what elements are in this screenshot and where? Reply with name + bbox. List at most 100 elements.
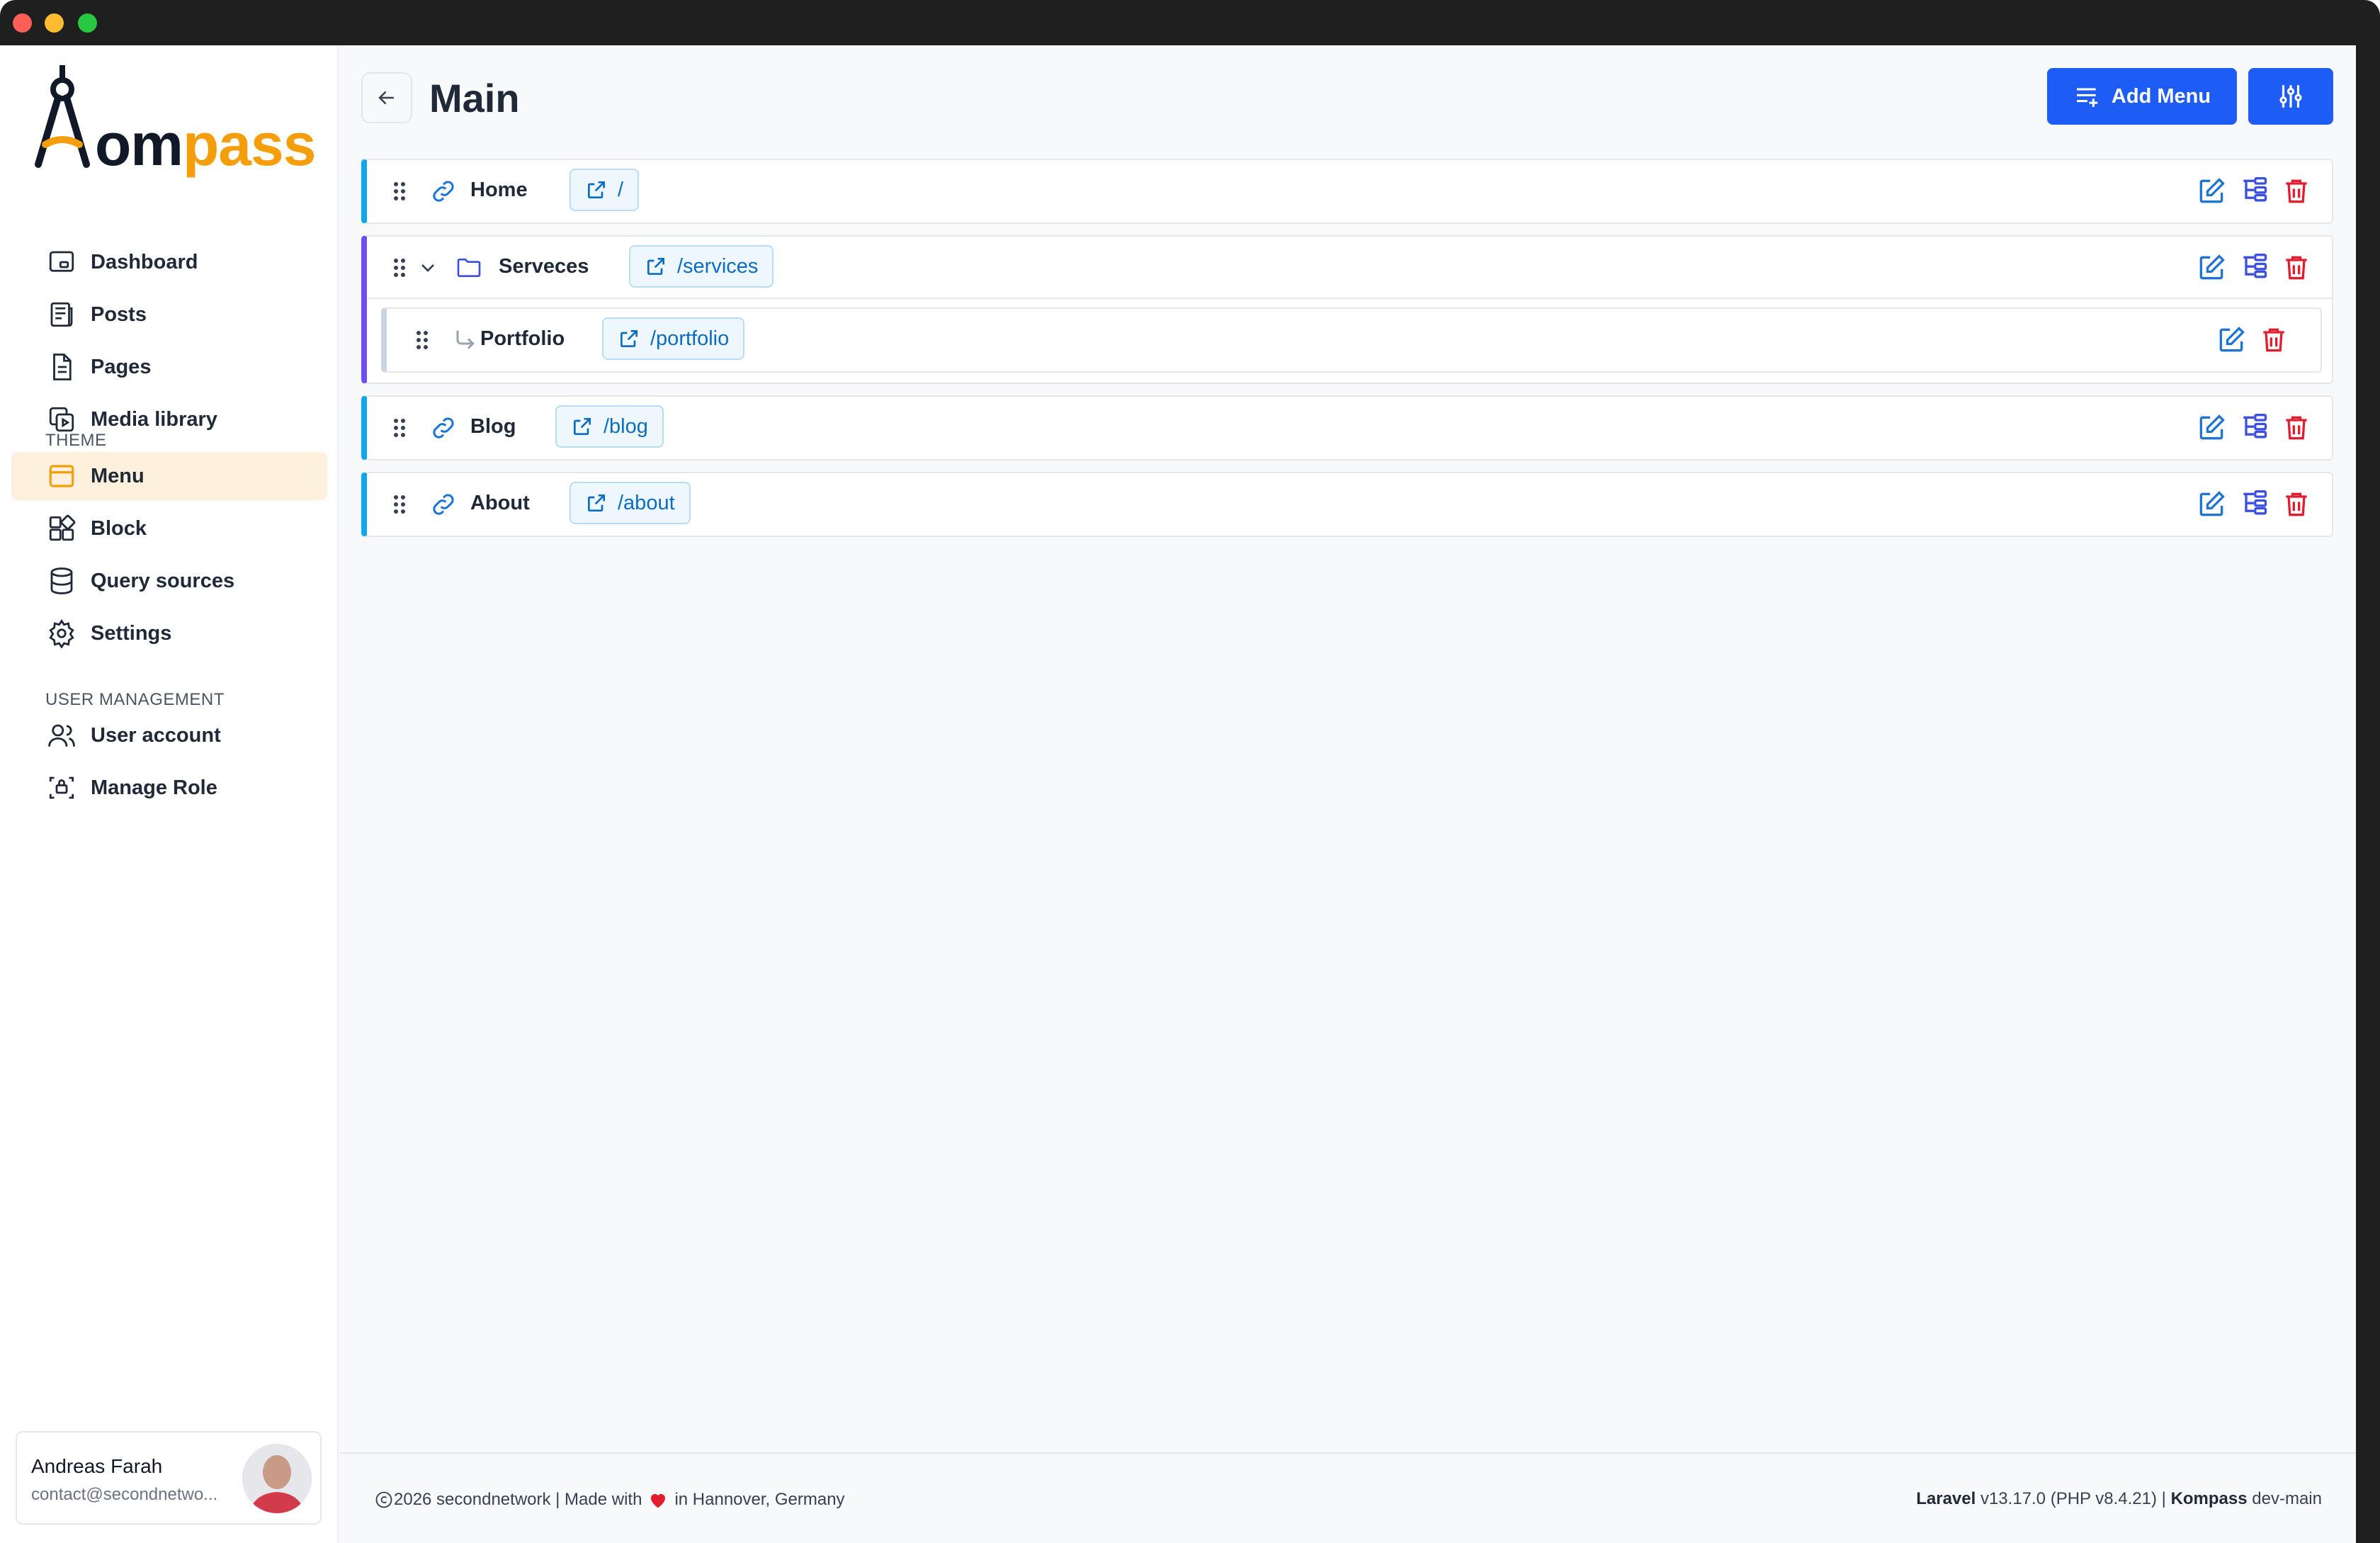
add-submenu-button[interactable] [2238, 176, 2270, 207]
menu-item-url-badge[interactable]: /portfolio [602, 317, 745, 360]
menu-item-home[interactable]: Home / [361, 159, 2333, 224]
drag-handle-icon[interactable] [385, 490, 414, 519]
minimize-window-button[interactable] [45, 13, 64, 33]
users-icon [48, 724, 75, 747]
block-icon [49, 514, 76, 541]
sidebar-item-label: Settings [91, 621, 172, 645]
sidebar-item-label: Block [91, 516, 147, 540]
add-submenu-button[interactable] [2238, 412, 2270, 443]
edit-button[interactable] [2196, 412, 2227, 443]
external-link-icon [574, 418, 591, 435]
menu-item-blog[interactable]: Blog /blog [361, 395, 2333, 460]
sidebar-item-label: Dashboard [91, 250, 198, 273]
folder-icon [457, 259, 481, 277]
add-submenu-button[interactable] [2238, 252, 2270, 283]
chevron-down-icon[interactable] [416, 256, 439, 279]
trash-icon [2286, 416, 2307, 440]
corner-down-right-icon [456, 330, 475, 349]
edit-icon [2219, 327, 2245, 352]
list-plus-icon [2076, 88, 2098, 107]
pages-icon [53, 354, 72, 380]
menu-item-url: /portfolio [650, 327, 730, 350]
window-frame [2356, 28, 2380, 1543]
back-button[interactable] [361, 72, 412, 123]
edit-button[interactable] [2216, 324, 2247, 356]
external-link-icon [588, 181, 605, 198]
edit-button[interactable] [2196, 176, 2227, 207]
close-window-button[interactable] [13, 13, 32, 33]
menu-group-header: Serveces /services [367, 237, 2332, 299]
link-icon [433, 494, 454, 515]
menu-item-label: Portfolio [480, 327, 565, 350]
menu-item-label: Blog [470, 415, 516, 438]
add-submenu-button[interactable] [2238, 489, 2270, 520]
menu-item-url: / [618, 178, 624, 201]
sidebar-item-menu[interactable]: Menu [11, 452, 327, 500]
menu-item-label: Home [470, 179, 528, 201]
role-icon [49, 776, 74, 799]
avatar[interactable] [242, 1444, 312, 1513]
subtree-icon [2243, 490, 2267, 515]
external-link-icon [620, 330, 638, 347]
sidebar-item-label: Query sources [91, 569, 235, 592]
delete-button[interactable] [2281, 489, 2312, 520]
sidebar: ompass Dashboard Posts Pages Media libra… [0, 45, 339, 1543]
laravel-label: Laravel [1916, 1489, 1976, 1508]
user-management-section-title: USER MANAGEMENT [45, 690, 225, 709]
drag-handle-icon[interactable] [385, 414, 414, 442]
add-menu-button[interactable]: Add Menu [2047, 68, 2237, 125]
menu-item-url: /blog [604, 414, 648, 438]
sidebar-item-user-account[interactable]: User account [11, 711, 327, 759]
footer: 2026 secondnetwork | Made with in Hannov… [340, 1452, 2356, 1543]
footer-version-info: Laravel v13.17.0 (PHP v8.4.21) | Kompass… [1916, 1489, 2322, 1509]
menu-item-serveces[interactable]: Serveces /services Portfolio /portfolio [361, 235, 2333, 384]
drag-handle-icon[interactable] [408, 326, 436, 354]
menu-item-label: Serveces [499, 255, 589, 278]
subtree-icon [2243, 177, 2267, 202]
edit-icon [2199, 491, 2225, 516]
sliders-icon [2279, 85, 2302, 108]
user-name: Andreas Farah [31, 1455, 163, 1477]
delete-button[interactable] [2281, 252, 2312, 283]
sidebar-item-manage-role[interactable]: Manage Role [11, 764, 327, 812]
footer-location-text: in Hannover, Germany [674, 1490, 845, 1509]
drag-handle-icon[interactable] [385, 177, 414, 205]
delete-button[interactable] [2281, 176, 2312, 207]
kompass-branch: dev-main [2252, 1489, 2322, 1508]
menu-item-url-badge[interactable]: /blog [555, 405, 664, 448]
edit-button[interactable] [2196, 252, 2227, 283]
sidebar-item-posts[interactable]: Posts [11, 290, 327, 339]
edit-button[interactable] [2196, 489, 2227, 520]
dashboard-icon [49, 251, 74, 272]
trash-icon [2286, 492, 2307, 516]
menu-item-url: /services [677, 254, 759, 278]
sidebar-item-block[interactable]: Block [11, 504, 327, 553]
delete-button[interactable] [2281, 412, 2312, 443]
sidebar-item-label: Media library [91, 407, 217, 431]
kompass-logo[interactable]: ompass [34, 65, 316, 179]
menu-item-url-badge[interactable]: /about [570, 482, 691, 524]
sidebar-item-dashboard[interactable]: Dashboard [11, 238, 327, 286]
external-link-icon [588, 494, 605, 511]
posts-icon [50, 302, 73, 327]
sidebar-item-settings[interactable]: Settings [11, 609, 327, 657]
menu-settings-button[interactable] [2248, 68, 2333, 125]
menu-item-url-badge[interactable]: /services [629, 245, 774, 288]
divider [367, 298, 2332, 299]
edit-icon [2199, 254, 2225, 280]
maximize-window-button[interactable] [78, 13, 97, 33]
user-profile-card[interactable]: Andreas Farah contact@secondnetwo... [16, 1431, 322, 1525]
add-menu-label: Add Menu [2111, 84, 2211, 108]
sidebar-item-pages[interactable]: Pages [11, 343, 327, 391]
menu-item-about[interactable]: About /about [361, 472, 2333, 537]
delete-button[interactable] [2258, 324, 2289, 356]
kompass-label: Kompass [2170, 1489, 2248, 1508]
drag-handle-icon[interactable] [385, 254, 414, 282]
menu-item-url-badge[interactable]: / [570, 169, 640, 211]
sidebar-item-query-sources[interactable]: Query sources [11, 557, 327, 605]
user-email: contact@secondnetwo... [31, 1485, 218, 1504]
window-titlebar [0, 0, 2380, 45]
app-window: ompass Dashboard Posts Pages Media libra… [0, 45, 2356, 1543]
arrow-left-icon [378, 91, 394, 105]
menu-item-portfolio[interactable]: Portfolio /portfolio [381, 307, 2322, 373]
